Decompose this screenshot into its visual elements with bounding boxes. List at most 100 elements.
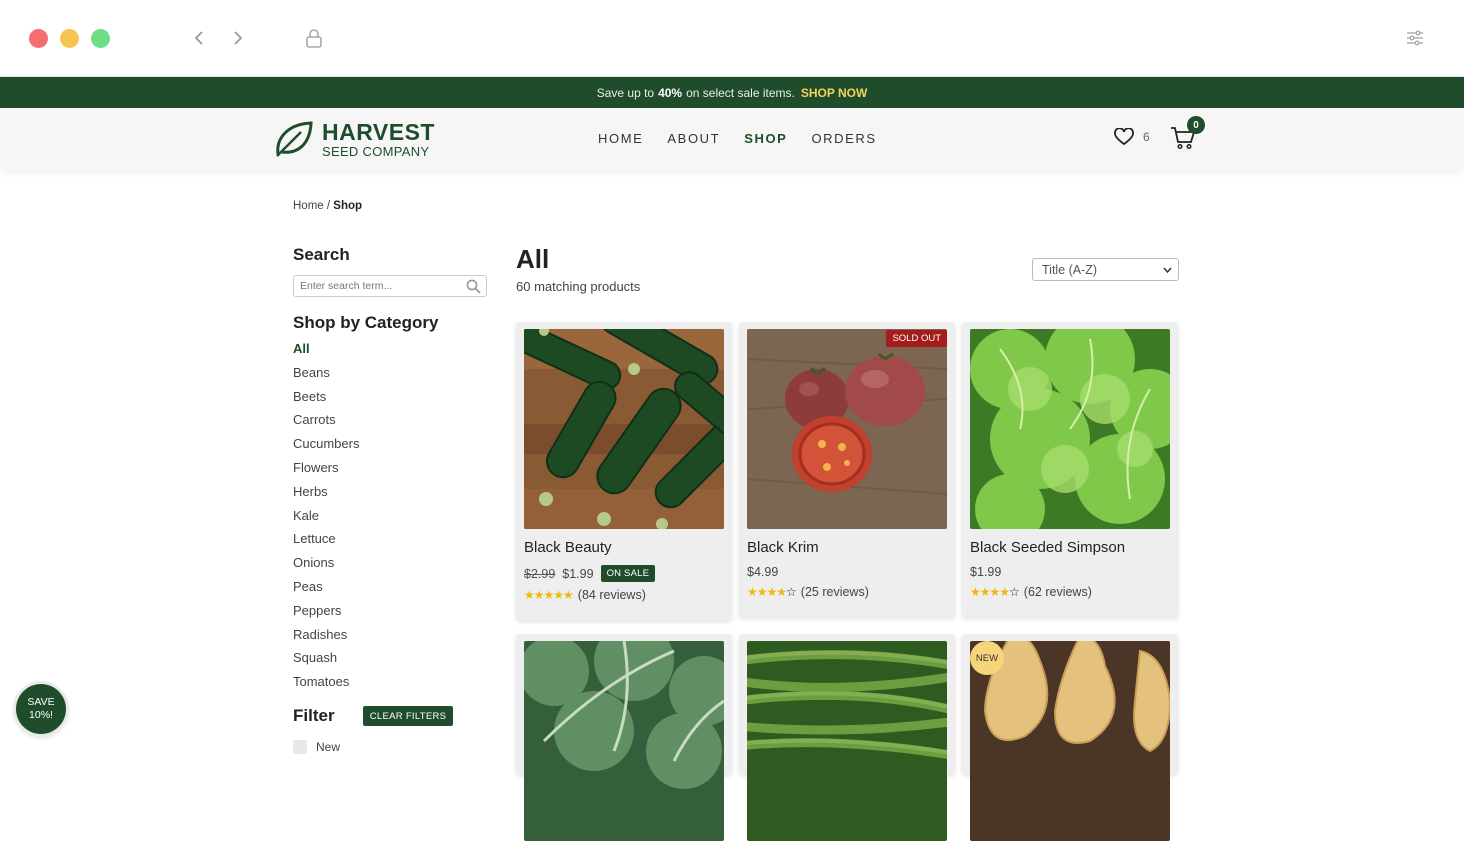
- category-carrots[interactable]: Carrots: [293, 412, 359, 436]
- category-peppers[interactable]: Peppers: [293, 603, 359, 627]
- product-rating: ★★★★☆ (62 reviews): [970, 585, 1092, 599]
- wishlist-button[interactable]: 6: [1114, 128, 1150, 146]
- category-lettuce[interactable]: Lettuce: [293, 531, 359, 555]
- window-maximize-dot[interactable]: [91, 29, 110, 48]
- logo-subtitle: SEED COMPANY: [322, 143, 430, 159]
- search-box: [293, 275, 487, 297]
- breadcrumb-current: Shop: [333, 200, 363, 212]
- heart-icon: [1114, 128, 1134, 146]
- product-image-kale[interactable]: [524, 641, 724, 841]
- category-list: All Beans Beets Carrots Cucumbers Flower…: [293, 341, 359, 698]
- category-tomatoes[interactable]: Tomatoes: [293, 674, 359, 698]
- window-close-dot[interactable]: [29, 29, 48, 48]
- category-beets[interactable]: Beets: [293, 389, 359, 413]
- new-badge: NEW: [970, 641, 1004, 675]
- chevron-right-icon[interactable]: [226, 26, 250, 50]
- product-price-value: $1.99: [970, 565, 1002, 579]
- window-minimize-dot[interactable]: [60, 29, 79, 48]
- cart-count-badge: 0: [1187, 116, 1205, 134]
- search-input[interactable]: [294, 276, 459, 296]
- category-onions[interactable]: Onions: [293, 555, 359, 579]
- sold-out-badge: SOLD OUT: [886, 330, 947, 347]
- product-rating: ★★★★☆ (25 reviews): [747, 585, 869, 599]
- save-line1: SAVE: [27, 695, 55, 708]
- nav-about[interactable]: ABOUT: [667, 131, 720, 146]
- category-kale[interactable]: Kale: [293, 508, 359, 532]
- promo-suffix: on select sale items.: [686, 85, 795, 100]
- product-name[interactable]: Black Beauty: [524, 539, 612, 556]
- chevron-left-icon[interactable]: [187, 26, 211, 50]
- product-reviews[interactable]: (25 reviews): [801, 585, 869, 599]
- product-card[interactable]: Black Beauty $2.99 $1.99 ON SALE ★★★★★ (…: [516, 322, 732, 620]
- product-image-butternut-squash[interactable]: [970, 641, 1170, 841]
- product-sale-price: $1.99: [562, 566, 594, 581]
- product-image-lettuce[interactable]: [970, 329, 1170, 529]
- promo-prefix: Save up to: [596, 85, 655, 100]
- promo-discount: 40%: [658, 85, 683, 100]
- product-card[interactable]: [739, 634, 955, 841]
- category-radishes[interactable]: Radishes: [293, 627, 359, 651]
- product-price: $4.99: [747, 565, 778, 579]
- category-cucumbers[interactable]: Cucumbers: [293, 436, 359, 460]
- result-count: 60 matching products: [516, 279, 641, 294]
- breadcrumb: Home / Shop: [293, 200, 362, 212]
- star-rating-icon: ★★★★★: [524, 588, 574, 602]
- sort-selected: Title (A-Z): [1042, 262, 1098, 277]
- nav-orders[interactable]: ORDERS: [811, 131, 876, 146]
- category-flowers[interactable]: Flowers: [293, 460, 359, 484]
- product-rating: ★★★★★ (84 reviews): [524, 588, 646, 602]
- filter-heading: Filter: [293, 706, 335, 725]
- product-card[interactable]: NEW: [962, 634, 1178, 841]
- product-reviews[interactable]: (62 reviews): [1024, 585, 1092, 599]
- category-heading: Shop by Category: [293, 313, 439, 332]
- promo-banner: Save up to 40% on select sale items. SHO…: [0, 77, 1464, 108]
- clear-filters-button[interactable]: CLEAR FILTERS: [363, 706, 453, 726]
- filter-new-label: New: [316, 740, 341, 754]
- search-icon[interactable]: [466, 279, 481, 299]
- product-reviews[interactable]: (84 reviews): [578, 588, 646, 602]
- filter-new[interactable]: New: [293, 740, 340, 754]
- chevron-down-icon: [1163, 267, 1172, 273]
- shop-now-link[interactable]: SHOP NOW: [801, 86, 867, 100]
- filter-new-checkbox[interactable]: [293, 740, 307, 754]
- product-old-price: $2.99: [524, 566, 556, 581]
- category-squash[interactable]: Squash: [293, 650, 359, 674]
- nav-shop[interactable]: SHOP: [744, 131, 787, 146]
- page-title: All: [516, 244, 550, 274]
- main-nav: HOME ABOUT SHOP ORDERS: [598, 131, 877, 146]
- product-card[interactable]: [516, 634, 732, 841]
- product-image-zucchini[interactable]: [524, 329, 724, 529]
- product-image-tomato[interactable]: [747, 329, 947, 529]
- category-all[interactable]: All: [293, 341, 359, 365]
- product-price-value: $4.99: [747, 565, 779, 579]
- category-beans[interactable]: Beans: [293, 365, 359, 389]
- category-peas[interactable]: Peas: [293, 579, 359, 603]
- breadcrumb-home[interactable]: Home: [293, 200, 324, 212]
- sliders-icon[interactable]: [1403, 26, 1427, 50]
- product-card[interactable]: Black Seeded Simpson $1.99 ★★★★☆ (62 rev…: [962, 322, 1178, 617]
- cart-button[interactable]: 0: [1170, 116, 1205, 154]
- logo[interactable]: HARVEST SEED COMPANY: [274, 120, 435, 158]
- site-header: HARVEST SEED COMPANY HOME ABOUT SHOP ORD…: [0, 108, 1464, 170]
- breadcrumb-separator: /: [326, 200, 331, 212]
- leaf-icon: [276, 121, 313, 157]
- product-card[interactable]: SOLD OUT Black Krim $4.99 ★★★★☆ (25 revi…: [739, 322, 955, 617]
- search-heading: Search: [293, 245, 350, 264]
- product-name[interactable]: Black Krim: [747, 539, 819, 556]
- save-line2: 10%!: [29, 709, 53, 721]
- product-image-green-beans[interactable]: [747, 641, 947, 841]
- wishlist-count: 6: [1143, 130, 1150, 144]
- lock-icon: [302, 26, 326, 50]
- on-sale-badge: ON SALE: [600, 565, 656, 582]
- save-discount-button[interactable]: SAVE 10%!: [16, 684, 66, 734]
- category-herbs[interactable]: Herbs: [293, 484, 359, 508]
- nav-home[interactable]: HOME: [598, 131, 643, 146]
- star-rating-icon: ★★★★☆: [970, 585, 1020, 599]
- product-price: $1.99: [970, 565, 1001, 579]
- sort-select[interactable]: Title (A-Z): [1032, 258, 1179, 281]
- star-rating-icon: ★★★★☆: [747, 585, 797, 599]
- product-price: $2.99 $1.99 ON SALE: [524, 565, 656, 582]
- browser-toolbar: [0, 0, 1464, 77]
- logo-title: HARVEST: [322, 118, 435, 145]
- product-name[interactable]: Black Seeded Simpson: [970, 539, 1125, 556]
